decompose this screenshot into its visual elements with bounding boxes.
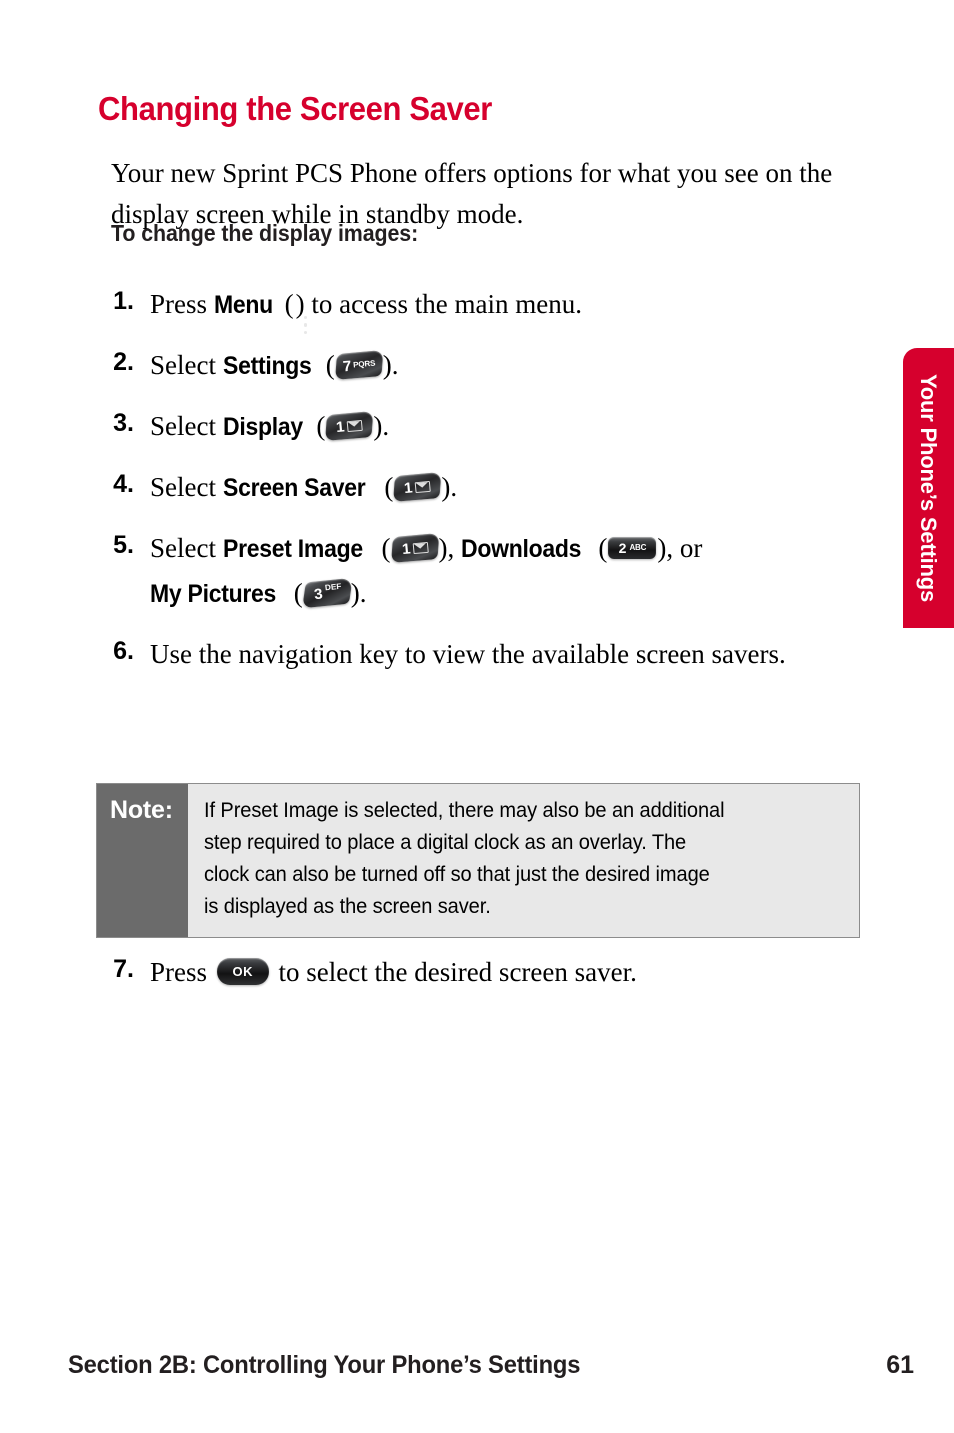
key-digit: 3 (312, 585, 324, 603)
key-3-def-icon: 3 DEF (301, 577, 353, 609)
step-number: 1. (113, 287, 134, 315)
ok-key-label: OK (232, 964, 254, 980)
step-text: Select Screen Saver (1). (144, 465, 880, 510)
key-sublabel: ABC (629, 542, 647, 552)
key-digit: 1 (403, 478, 414, 497)
ui-label-screen-saver: Screen Saver (222, 474, 366, 502)
page-title: Changing the Screen Saver (98, 90, 492, 128)
step-text-pre: Press (150, 289, 214, 319)
step-text-mid: ( (277, 289, 294, 319)
envelope-icon (346, 419, 363, 432)
note-callout: Note: If Preset Image is selected, there… (96, 783, 860, 938)
envelope-icon (411, 541, 429, 554)
list-item: 3. Select Display (1). (0, 404, 880, 449)
key-7-pqrs-icon: 7 PQRS (334, 349, 384, 381)
step-number: 3. (113, 409, 134, 437)
step-text-pre: Select (150, 350, 223, 380)
list-item: 2. Select Settings (7 PQRS). (0, 343, 880, 388)
key-digit: 2 (618, 539, 627, 556)
key-digit: 7 (341, 357, 352, 375)
step-text-post: ), (438, 533, 462, 563)
step-text: Press Menu () to access the main menu. (144, 282, 880, 335)
ui-label-menu: Menu (213, 291, 273, 319)
note-line: clock can also be turned off so that jus… (204, 863, 710, 886)
footer-section-title: Section 2B: Controlling Your Phone’s Set… (68, 1351, 581, 1379)
ok-key-icon: OK (216, 958, 269, 986)
note-body: If Preset Image is selected, there may a… (188, 784, 859, 937)
step-text-mid: ( (318, 350, 335, 380)
key-2-abc-icon: 2 ABC (608, 536, 657, 562)
step-text-pre: Press (150, 957, 214, 987)
step-text-post: ). (373, 411, 390, 441)
step-text: Select Settings (7 PQRS). (144, 343, 880, 388)
key-1-mail-icon: 1 (390, 532, 439, 564)
step-number: 4. (113, 470, 134, 498)
envelope-icon (414, 480, 431, 493)
ui-label-downloads: Downloads (461, 535, 582, 563)
ui-label-preset-image: Preset Image (222, 535, 363, 563)
key-digit: 1 (401, 539, 412, 558)
step-text-mid3: ( (287, 578, 303, 608)
step-text-mid: ( (374, 533, 391, 563)
steps-list: 1. Press Menu () to access the main menu… (0, 282, 880, 692)
step-text-mid: ( (377, 472, 394, 502)
manual-page: Your Phone’s Settings Changing the Scree… (0, 0, 954, 1433)
ui-label-settings: Settings (222, 352, 312, 380)
step-number: 2. (113, 348, 134, 376)
step-number: 5. (113, 531, 134, 559)
step-number: 6. (113, 637, 134, 665)
step-text-mid: ( (309, 411, 326, 441)
key-1-mail-icon: 1 (393, 471, 442, 503)
step-text-pre: Select (150, 411, 223, 441)
note-line: step required to place a digital clock a… (204, 831, 687, 854)
step-text-post2: ), or (657, 533, 703, 563)
note-line: If Preset Image is selected, there may a… (204, 799, 725, 822)
step-text: Press OK to select the desired screen sa… (144, 950, 880, 994)
subsection-heading: To change the display images: (111, 220, 419, 246)
step-number: 7. (113, 955, 134, 983)
section-thumb-tab-label: Your Phone’s Settings (916, 373, 942, 603)
step-text-post: ). (382, 350, 399, 380)
footer-page-number: 61 (886, 1351, 914, 1379)
step-text: Use the navigation key to view the avail… (150, 639, 786, 669)
step-text-post: ) to access the main menu. (295, 289, 582, 319)
step-text-post: ). (441, 472, 458, 502)
list-item: 4. Select Screen Saver (1). (0, 465, 880, 510)
step-text-pre: Select (150, 533, 223, 563)
section-thumb-tab: Your Phone’s Settings (903, 348, 954, 628)
ui-label-display: Display (222, 413, 303, 441)
step-text-post: to select the desired screen saver. (271, 957, 637, 987)
list-item: 1. Press Menu () to access the main menu… (0, 282, 880, 335)
step-text-mid2: ( (591, 533, 608, 563)
key-sublabel: DEF (324, 581, 342, 593)
list-item: 6. Use the navigation key to view the av… (0, 632, 880, 676)
note-label: Note: (97, 784, 188, 937)
step-text: Select Preset Image (1), Downloads (2 ABC… (144, 526, 880, 616)
list-item: 5. Select Preset Image (1), Downloads (2… (0, 526, 880, 616)
list-item: 7. Press OK to select the desired screen… (0, 950, 880, 994)
key-digit: 1 (335, 417, 346, 436)
note-line: is displayed as the screen saver. (204, 895, 491, 918)
step-text-pre: Select (150, 472, 223, 502)
ui-label-my-pictures: My Pictures (150, 580, 277, 608)
step-text-post3: ). (350, 578, 367, 608)
page-footer: Section 2B: Controlling Your Phone’s Set… (68, 1351, 914, 1380)
step-text: Select Display (1). (144, 404, 880, 449)
key-sublabel: PQRS (352, 358, 376, 370)
key-1-mail-icon: 1 (325, 410, 374, 442)
